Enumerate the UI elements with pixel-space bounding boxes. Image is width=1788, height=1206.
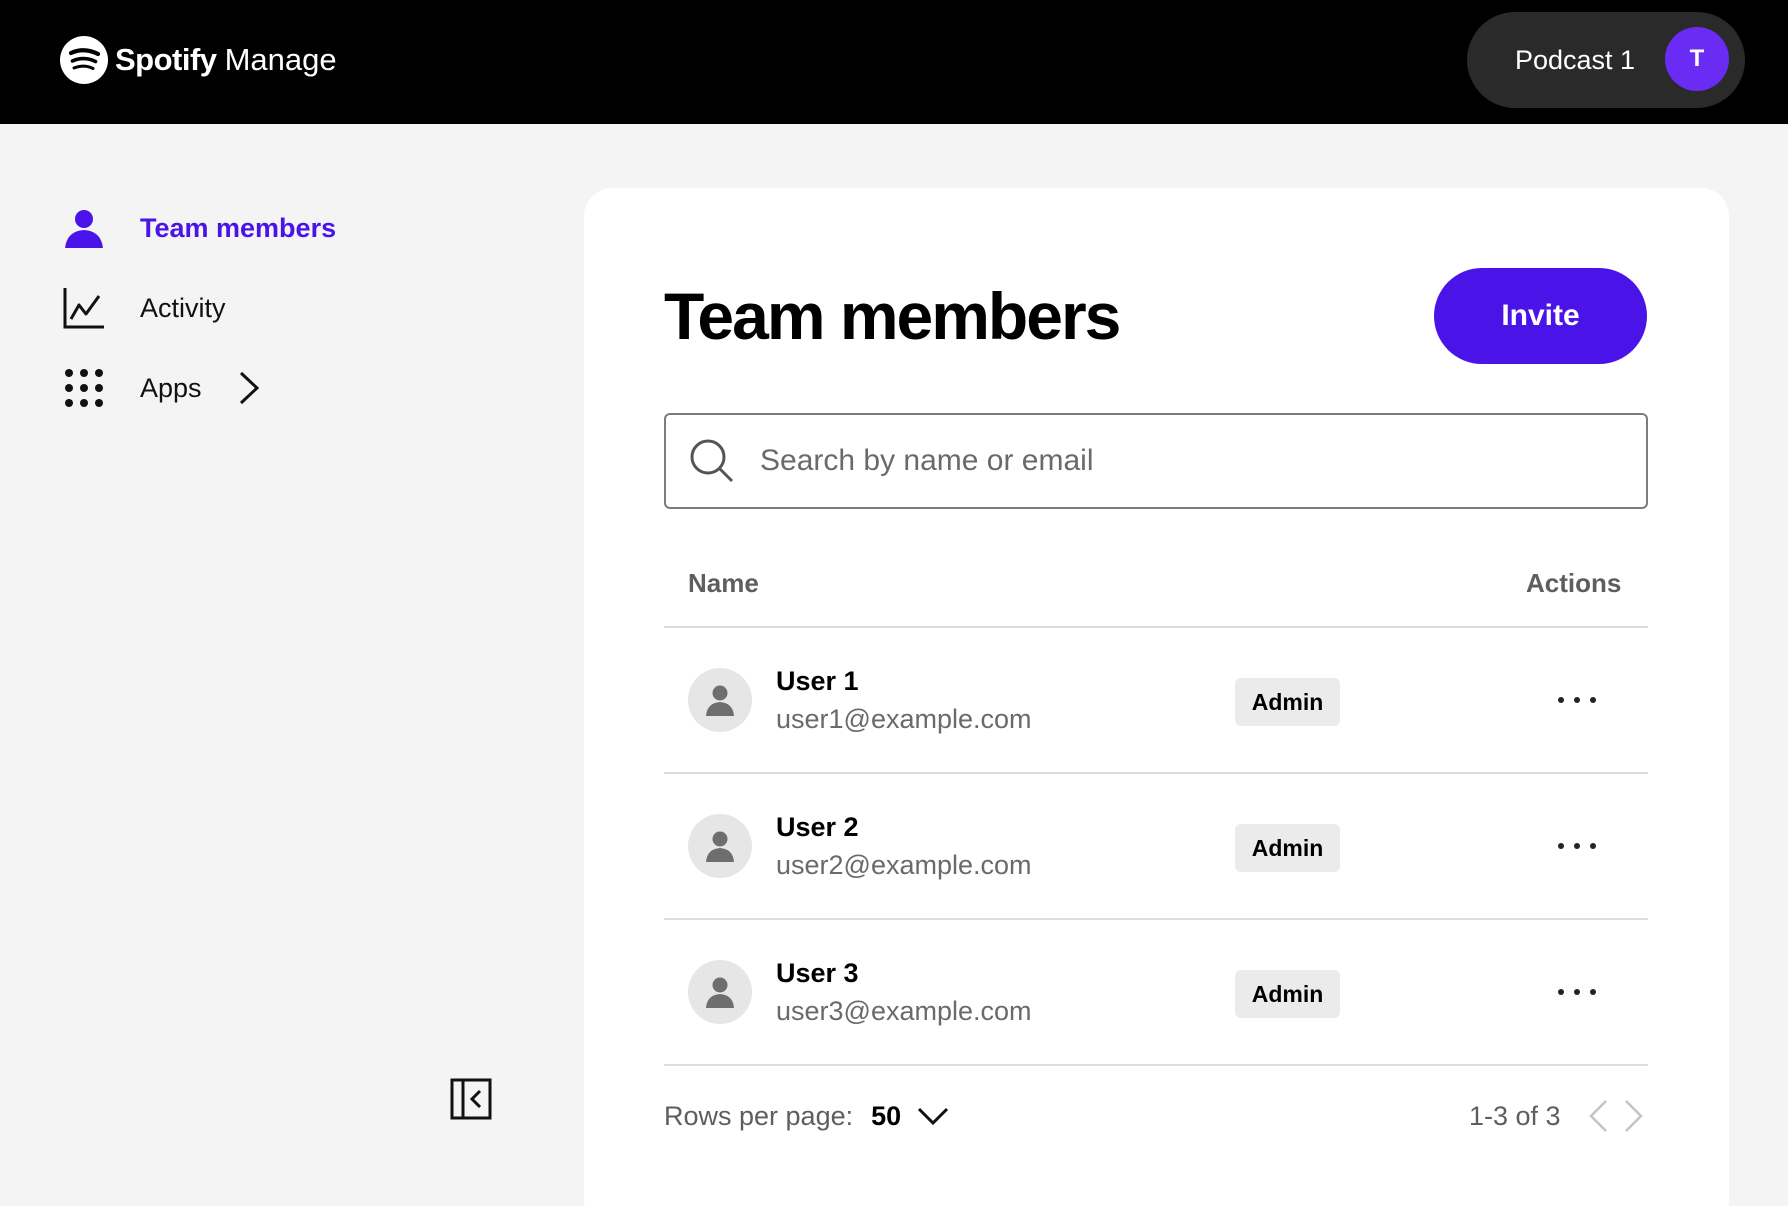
account-switcher[interactable]: Podcast 1 T <box>1467 12 1745 108</box>
table-row: User 3 user3@example.com Admin <box>664 920 1648 1066</box>
member-email: user3@example.com <box>776 996 1032 1026</box>
more-options-icon[interactable] <box>1552 972 1602 1012</box>
search-field[interactable] <box>664 413 1648 509</box>
account-label: Podcast 1 <box>1515 44 1636 75</box>
column-header-actions: Actions <box>1526 568 1622 598</box>
page-range: 1-3 of 3 <box>1469 1100 1561 1131</box>
divider <box>664 1064 1648 1066</box>
user-avatar-icon <box>688 814 752 878</box>
role-badge: Admin <box>1235 824 1340 872</box>
rows-per-page: Rows per page: 50 <box>664 1096 949 1136</box>
chevron-down-icon[interactable] <box>917 1106 949 1126</box>
previous-page-icon[interactable] <box>1587 1098 1609 1134</box>
product-name: Manage <box>224 42 337 77</box>
pagination: 1-3 of 3 <box>1469 1096 1645 1136</box>
member-name: User 3 <box>776 958 859 988</box>
grid-icon <box>62 366 106 410</box>
page-title: Team members <box>664 279 1121 353</box>
rows-per-page-value[interactable]: 50 <box>871 1101 901 1132</box>
member-name: User 2 <box>776 812 859 842</box>
rows-per-page-label: Rows per page: <box>664 1100 854 1131</box>
brand-name: Spotify <box>115 42 217 77</box>
avatar: T <box>1665 27 1729 91</box>
member-email: user2@example.com <box>776 850 1032 880</box>
chart-line-icon <box>62 286 106 330</box>
more-options-icon[interactable] <box>1552 826 1602 866</box>
sidebar-item-label: Team members <box>140 212 337 243</box>
sidebar-item-team-members[interactable]: Team members <box>62 203 336 253</box>
member-email: user1@example.com <box>776 704 1032 734</box>
sidebar-item-apps[interactable]: Apps <box>62 363 260 413</box>
table-row: User 1 user1@example.com Admin <box>664 628 1648 774</box>
user-avatar-icon <box>688 668 752 732</box>
next-page-icon[interactable] <box>1623 1098 1645 1134</box>
invite-button[interactable]: Invite <box>1434 268 1647 364</box>
sidebar-item-label: Apps <box>140 372 202 403</box>
member-name: User 1 <box>776 666 859 696</box>
team-members-card: Team members Invite Name Actions User 1 … <box>584 188 1729 1206</box>
spotify-logo-icon <box>60 36 108 84</box>
search-input[interactable] <box>760 444 1620 478</box>
sidebar-item-label: Activity <box>140 292 226 323</box>
person-icon <box>62 206 106 250</box>
user-avatar-icon <box>688 960 752 1024</box>
sidebar-item-activity[interactable]: Activity <box>62 283 226 333</box>
role-badge: Admin <box>1235 678 1340 726</box>
search-icon <box>690 439 734 483</box>
collapse-sidebar-icon[interactable] <box>450 1078 492 1120</box>
chevron-right-icon <box>238 371 260 405</box>
column-header-name: Name <box>688 568 759 598</box>
more-options-icon[interactable] <box>1552 680 1602 720</box>
role-badge: Admin <box>1235 970 1340 1018</box>
table-row: User 2 user2@example.com Admin <box>664 774 1648 920</box>
spotify-logo[interactable]: Spotify Manage <box>60 35 337 85</box>
top-bar: Spotify Manage Podcast 1 T <box>0 0 1788 124</box>
